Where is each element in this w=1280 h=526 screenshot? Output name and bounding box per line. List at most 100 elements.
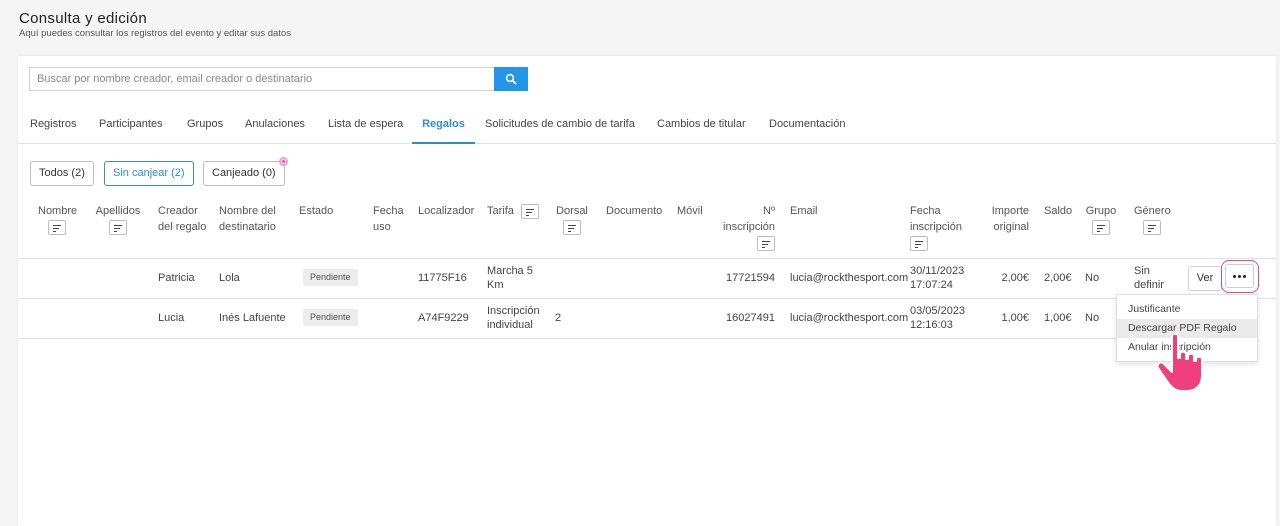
cell-fecha-line-2: 17:07:24 bbox=[910, 279, 953, 291]
col-fecha-uso: Fecha uso bbox=[373, 203, 404, 235]
cell-grupo: No bbox=[1085, 312, 1100, 324]
cell-tarifa-line-2: individual bbox=[487, 319, 533, 331]
col-tarifa: Tarifa bbox=[487, 203, 539, 219]
menu-item-descargar-pdf-regalo[interactable]: Descargar PDF Regalo bbox=[1117, 319, 1257, 338]
filter-sin-canjear-button[interactable]: Sin canjear (2) bbox=[104, 161, 194, 186]
tab-documentacion[interactable]: Documentación bbox=[769, 108, 845, 144]
col-fecha-uso-label-2: uso bbox=[373, 221, 391, 233]
col-localizador: Localizador bbox=[418, 205, 475, 217]
cell-tarifa-line-2: Km bbox=[487, 279, 504, 291]
col-saldo: Saldo bbox=[1044, 205, 1073, 217]
col-inscripcion-label-1: Nº bbox=[763, 205, 775, 217]
tab-anulaciones[interactable]: Anulaciones bbox=[245, 108, 305, 144]
col-destinatario-label-2: destinatario bbox=[219, 221, 276, 233]
search-input[interactable] bbox=[29, 67, 494, 91]
cell-fecha-inscripcion: 03/05/2023 12:16:03 bbox=[910, 304, 965, 332]
tab-cambios-de-titular[interactable]: Cambios de titular bbox=[657, 108, 746, 144]
cell-tarifa: Marcha 5 Km bbox=[487, 264, 533, 292]
page-subtitle: Aquí puedes consultar los registros del … bbox=[19, 28, 291, 39]
tab-solicitudes-cambio-tarifa[interactable]: Solicitudes de cambio de tarifa bbox=[485, 108, 635, 144]
sort-inscripcion-icon[interactable] bbox=[757, 235, 775, 251]
row-actions-menu: Justificante Descargar PDF Regalo Anular… bbox=[1116, 294, 1258, 362]
col-inscripcion: Nº inscripción bbox=[718, 203, 775, 251]
col-importe: Importe original bbox=[978, 203, 1029, 235]
cell-genero-line-2: definir bbox=[1134, 279, 1164, 291]
table-divider bbox=[18, 338, 1116, 339]
search-button[interactable] bbox=[494, 67, 528, 91]
sort-genero-icon[interactable] bbox=[1143, 219, 1161, 235]
tab-lista-de-espera[interactable]: Lista de espera bbox=[328, 108, 403, 144]
cell-localizador: A74F9229 bbox=[418, 312, 469, 324]
tab-regalos[interactable]: Regalos bbox=[412, 108, 475, 144]
cell-inscripcion: 16027491 bbox=[726, 312, 775, 324]
filter-todos-button[interactable]: Todos (2) bbox=[30, 161, 94, 186]
cell-destinatario: Inés Lafuente bbox=[219, 312, 286, 324]
cell-fecha-line-1: 03/05/2023 bbox=[910, 305, 966, 317]
cell-tarifa-line-1: Marcha 5 bbox=[487, 265, 533, 277]
page-title: Consulta y edición bbox=[19, 10, 147, 27]
col-apellidos: Apellidos bbox=[95, 203, 141, 235]
tab-bar: Registros Participantes Grupos Anulacion… bbox=[18, 108, 1276, 144]
col-fecha-uso-label-1: Fecha bbox=[373, 205, 404, 217]
col-grupo: Grupo bbox=[1085, 203, 1117, 235]
col-movil: Móvil bbox=[677, 205, 703, 217]
tab-participantes[interactable]: Participantes bbox=[99, 108, 163, 144]
sort-dorsal-icon[interactable] bbox=[563, 219, 581, 235]
content-card: Registros Participantes Grupos Anulacion… bbox=[18, 56, 1276, 526]
sort-fecha-inscripcion-icon[interactable] bbox=[910, 235, 928, 251]
col-destinatario: Nombre del destinatario bbox=[219, 203, 276, 235]
col-documento: Documento bbox=[606, 205, 663, 217]
cell-inscripcion: 17721594 bbox=[726, 272, 775, 284]
cell-dorsal: 2 bbox=[555, 312, 562, 324]
col-grupo-label: Grupo bbox=[1085, 205, 1117, 217]
page-header: Consulta y edición Aquí puedes consultar… bbox=[19, 10, 291, 39]
col-creador-label-1: Creador bbox=[158, 205, 198, 217]
col-fecha-inscripcion: Fecha inscripción bbox=[910, 203, 962, 251]
cell-genero-line-1: Sin bbox=[1134, 265, 1150, 277]
cell-importe: 2,00€ bbox=[1001, 272, 1029, 284]
col-importe-label-2: original bbox=[993, 221, 1029, 233]
notification-dot bbox=[278, 157, 288, 166]
cell-localizador: 11775F16 bbox=[418, 272, 467, 284]
cell-email: lucia@rockthesport.com bbox=[790, 272, 909, 284]
filter-canjeado-button[interactable]: Canjeado (0) bbox=[203, 157, 288, 186]
col-email: Email bbox=[790, 205, 818, 217]
sort-apellidos-icon[interactable] bbox=[109, 219, 127, 235]
sort-tarifa-icon[interactable] bbox=[520, 203, 539, 219]
tab-grupos[interactable]: Grupos bbox=[187, 108, 223, 144]
cell-fecha-line-1: 30/11/2023 bbox=[910, 265, 965, 277]
cell-importe: 1,00€ bbox=[1001, 312, 1029, 324]
cell-grupo: No bbox=[1085, 272, 1100, 284]
col-genero: Género bbox=[1134, 203, 1171, 235]
more-actions-button[interactable] bbox=[1225, 264, 1254, 288]
col-inscripcion-label-2: inscripción bbox=[723, 221, 775, 233]
cell-email: lucia@rockthesport.com bbox=[790, 312, 909, 324]
menu-item-justificante[interactable]: Justificante bbox=[1117, 300, 1257, 319]
sort-grupo-icon[interactable] bbox=[1092, 219, 1110, 235]
cell-tarifa: Inscripción individual bbox=[487, 304, 540, 332]
cell-saldo: 1,00€ bbox=[1044, 312, 1072, 324]
status-badge: Pendiente bbox=[303, 309, 358, 326]
col-genero-label: Género bbox=[1134, 205, 1171, 217]
search-bar bbox=[29, 67, 528, 91]
table-divider bbox=[18, 258, 1276, 259]
cell-destinatario: Lola bbox=[219, 272, 240, 284]
cell-tarifa-line-1: Inscripción bbox=[487, 305, 540, 317]
col-fecha-insc-label-1: Fecha bbox=[910, 205, 941, 217]
ver-button[interactable]: Ver bbox=[1188, 266, 1222, 291]
col-dorsal: Dorsal bbox=[555, 203, 589, 235]
col-fecha-insc-label-2: inscripción bbox=[910, 221, 962, 233]
col-apellidos-label: Apellidos bbox=[95, 205, 141, 217]
cell-genero: Sin definir bbox=[1134, 264, 1164, 292]
col-destinatario-label-1: Nombre del bbox=[219, 205, 276, 217]
cell-fecha-line-2: 12:16:03 bbox=[910, 319, 953, 331]
cell-creador: Patricia bbox=[158, 272, 195, 284]
col-importe-label-1: Importe bbox=[991, 205, 1029, 217]
filter-canjeado-label: Canjeado (0) bbox=[212, 167, 276, 179]
status-badge: Pendiente bbox=[303, 269, 358, 286]
tab-registros[interactable]: Registros bbox=[30, 108, 76, 144]
col-tarifa-label: Tarifa bbox=[487, 205, 514, 217]
menu-item-anular-inscripcion[interactable]: Anular inscripción bbox=[1117, 338, 1257, 357]
sort-nombre-icon[interactable] bbox=[48, 219, 66, 235]
col-nombre: Nombre bbox=[38, 203, 77, 235]
